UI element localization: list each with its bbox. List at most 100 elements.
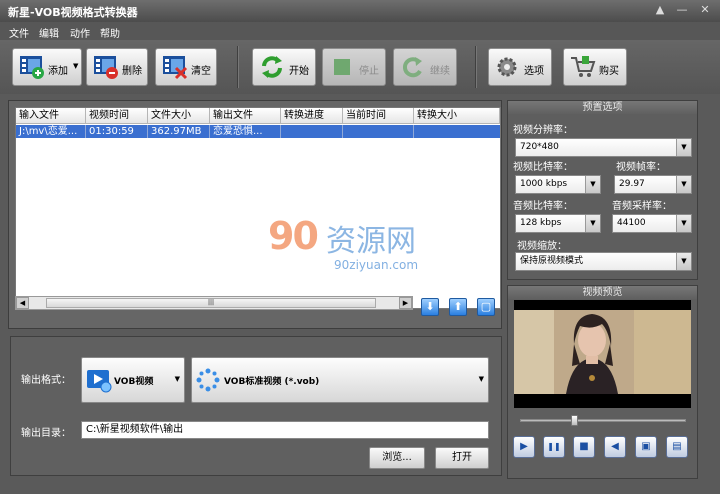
start-button[interactable]: 开始 [252, 48, 316, 86]
options-button[interactable]: 选项 [488, 48, 552, 86]
cell-input-file: J:\mv\恋爱... [16, 125, 86, 138]
start-label: 开始 [289, 66, 309, 77]
seek-handle[interactable] [571, 415, 578, 426]
add-button[interactable]: 添加 ▼ [12, 48, 82, 86]
col-file-size[interactable]: 文件大小 [148, 108, 210, 124]
resolution-select[interactable]: 720*480 ▼ [515, 138, 692, 157]
chevron-down-icon[interactable]: ▼ [676, 215, 691, 232]
col-output-file[interactable]: 输出文件 [210, 108, 281, 124]
menu-file[interactable]: 文件 [9, 25, 29, 40]
cell-video-time: 01:30:59 [86, 125, 148, 138]
move-down-button[interactable]: ⬇ [421, 298, 439, 316]
chevron-down-icon[interactable]: ▼ [479, 375, 484, 383]
horizontal-scrollbar[interactable]: ◀ ||| ▶ [15, 296, 413, 310]
video-scale-value: 保持原视频模式 [520, 256, 584, 266]
video-preview [514, 300, 691, 408]
chevron-down-icon[interactable]: ▼ [175, 375, 180, 383]
video-bitrate-value: 1000 kbps [520, 179, 568, 189]
col-progress[interactable]: 转换进度 [281, 108, 343, 124]
sample-rate-select[interactable]: 44100 ▼ [612, 214, 692, 233]
output-dir-label: 输出目录： [21, 428, 71, 439]
chevron-down-icon[interactable]: ▼ [585, 176, 600, 193]
close-button[interactable]: ✕ [697, 3, 713, 18]
cell-convert-size [414, 125, 500, 138]
output-panel: 输出格式： VOB视频 ▼ VOB标准视频 (*.vob) ▼ 输出目录： C:… [10, 336, 502, 476]
frame-rate-value: 29.97 [619, 179, 645, 189]
sample-rate-value: 44100 [617, 218, 646, 228]
clear-label: 清空 [191, 66, 211, 77]
chevron-down-icon[interactable]: ▼ [676, 139, 691, 156]
format-category-text: VOB视频 [114, 377, 154, 387]
toolbar-separator [237, 46, 239, 88]
film-clear-icon [163, 56, 188, 80]
video-frame-image [514, 300, 691, 408]
menu-action[interactable]: 动作 [70, 25, 90, 40]
frame-rate-select[interactable]: 29.97 ▼ [614, 175, 692, 194]
stop-label: 停止 [359, 66, 379, 77]
delete-button[interactable]: 删除 [86, 48, 148, 86]
window-title: 新星-VOB视频格式转换器 [8, 6, 138, 19]
watermark-text: 资源网 [326, 224, 416, 259]
open-folder-button[interactable]: ▤ [666, 436, 688, 458]
scroll-left-button[interactable]: ◀ [16, 297, 29, 309]
title-bar: 新星-VOB视频格式转换器 ▲ — ✕ [0, 0, 720, 22]
open-button[interactable]: 打开 [435, 447, 489, 469]
video-scale-select[interactable]: 保持原视频模式 ▼ [515, 252, 692, 271]
cell-file-size: 362.97MB [148, 125, 210, 138]
menu-help[interactable]: 帮助 [100, 25, 120, 40]
add-label: 添加 [48, 66, 68, 77]
stop-button[interactable]: 停止 [322, 48, 386, 86]
resume-button[interactable]: 继续 [393, 48, 457, 86]
cart-icon [571, 56, 596, 77]
options-label: 选项 [524, 66, 544, 77]
watermark-number: 90 [268, 214, 319, 258]
buy-label: 购买 [599, 66, 619, 77]
video-bitrate-select[interactable]: 1000 kbps ▼ [515, 175, 601, 194]
stop-preview-button[interactable]: ■ [573, 436, 595, 458]
format-category-dropdown[interactable]: VOB视频 ▼ [81, 357, 185, 403]
scroll-thumb[interactable]: ||| [46, 298, 376, 308]
pause-button[interactable]: ❚❚ [543, 436, 565, 458]
resolution-label: 视频分辨率： [513, 125, 573, 136]
snapshot-button[interactable]: ▣ [635, 436, 657, 458]
chevron-down-icon[interactable]: ▼ [585, 215, 600, 232]
cell-progress [281, 125, 343, 138]
skin-button[interactable]: ▲ [652, 3, 668, 18]
dots-ring-icon [196, 368, 220, 392]
col-video-time[interactable]: 视频时间 [86, 108, 148, 124]
chevron-down-icon[interactable]: ▼ [676, 253, 691, 270]
toolbar: 添加 ▼ 删除 清空 开始 停止 继续 选项 购买 [0, 40, 720, 94]
format-detail-dropdown[interactable]: VOB标准视频 (*.vob) ▼ [191, 357, 489, 403]
col-input-file[interactable]: 输入文件 [16, 108, 86, 124]
col-current-time[interactable]: 当前时间 [343, 108, 414, 124]
chevron-down-icon[interactable]: ▼ [73, 62, 78, 70]
toolbar-separator [475, 46, 477, 88]
move-up-button[interactable]: ⬆ [449, 298, 467, 316]
watermark-logo: 90 资源网 90ziyuan.com [268, 214, 454, 274]
video-format-icon [87, 370, 112, 393]
clear-button[interactable]: 清空 [155, 48, 217, 86]
film-add-icon [20, 56, 44, 79]
preview-title: 视频预览 [508, 286, 697, 299]
play-button[interactable]: ▶ [513, 436, 535, 458]
audio-bitrate-select[interactable]: 128 kbps ▼ [515, 214, 601, 233]
cell-output-file: 恋爱恐惧... [210, 125, 281, 138]
output-dir-input[interactable]: C:\新星视频软件\输出 [81, 421, 489, 439]
volume-button[interactable]: ◀ [604, 436, 626, 458]
chevron-down-icon[interactable]: ▼ [676, 176, 691, 193]
browse-button[interactable]: 浏览... [369, 447, 425, 469]
video-bitrate-label: 视频比特率： [513, 162, 573, 173]
delete-label: 删除 [122, 66, 142, 77]
file-list[interactable]: 输入文件 视频时间 文件大小 输出文件 转换进度 当前时间 转换大小 J:\mv… [15, 107, 501, 309]
gear-icon [497, 57, 517, 77]
seek-slider[interactable] [520, 415, 686, 426]
menu-edit[interactable]: 编辑 [39, 25, 59, 40]
stop-icon [334, 59, 350, 75]
col-convert-size[interactable]: 转换大小 [414, 108, 500, 124]
scroll-right-button[interactable]: ▶ [399, 297, 412, 309]
sample-rate-label: 音频采样率： [612, 201, 672, 212]
buy-button[interactable]: 购买 [563, 48, 627, 86]
cell-current-time [343, 125, 414, 138]
minimize-button[interactable]: — [674, 3, 690, 18]
restore-button[interactable]: ▢ [477, 298, 495, 316]
